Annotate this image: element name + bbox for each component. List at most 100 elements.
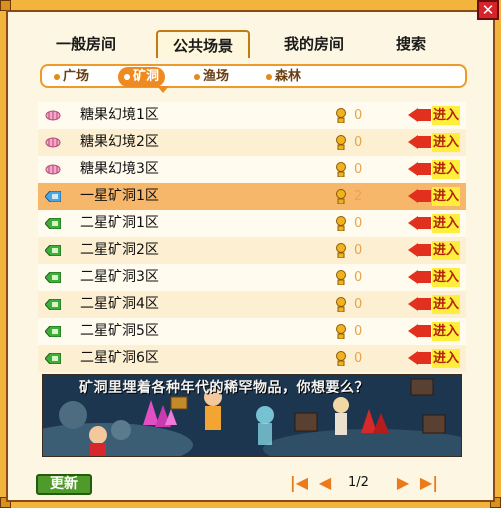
tab-general-rooms[interactable]: 一般房间 bbox=[46, 30, 126, 58]
bullet-icon bbox=[54, 73, 60, 80]
subtab-plaza[interactable]: 广场 bbox=[54, 67, 89, 87]
next-page-icon[interactable]: ▶ bbox=[390, 474, 416, 492]
room-name: 一星矿洞1区 bbox=[80, 188, 159, 204]
user-count: 0 bbox=[354, 297, 363, 312]
enter-arrow-body bbox=[417, 190, 431, 202]
room-name: 二星矿洞4区 bbox=[80, 296, 159, 312]
subtab-label: 广场 bbox=[63, 69, 90, 84]
room-name: 糖果幻境2区 bbox=[80, 134, 159, 150]
enter-button[interactable]: 进入 bbox=[408, 160, 460, 179]
room-name: 二星矿洞5区 bbox=[80, 323, 159, 339]
subtab-label: 森林 bbox=[275, 69, 302, 84]
enter-arrow-body bbox=[417, 163, 431, 175]
enter-button[interactable]: 进入 bbox=[408, 268, 460, 287]
scene-subtabs: 广场 矿洞 渔场 森林 bbox=[40, 64, 467, 88]
room-list: 糖果幻境1区 0 进入 糖果幻境2区 0 进入 糖果幻境3区 0 进入 一星矿洞1区 2 进入 二星矿洞… bbox=[38, 102, 466, 372]
subtab-forest[interactable]: 森林 bbox=[266, 67, 301, 87]
user-count: 0 bbox=[354, 270, 363, 285]
user-count: 0 bbox=[354, 162, 363, 177]
subtab-label: 渔场 bbox=[203, 69, 230, 84]
room-row[interactable]: 二星矿洞5区 0 进入 bbox=[38, 318, 466, 345]
enter-button[interactable]: 进入 bbox=[408, 349, 460, 368]
user-count-icon bbox=[336, 135, 346, 150]
user-count: 0 bbox=[354, 216, 363, 231]
subtab-mine[interactable]: 矿洞 bbox=[118, 67, 166, 87]
room-name: 糖果幻境3区 bbox=[80, 161, 159, 177]
enter-button[interactable]: 进入 bbox=[408, 322, 460, 341]
bullet-icon bbox=[194, 73, 200, 80]
enter-label: 进入 bbox=[432, 187, 460, 206]
room-browser-window: ✕ 一般房间 公共场景 我的房间 搜索 广场 矿洞 渔场 森林 糖果幻境1区 0 进… bbox=[0, 0, 501, 508]
page-indicator: 1/2 bbox=[348, 475, 369, 490]
enter-button[interactable]: 进入 bbox=[408, 295, 460, 314]
room-row[interactable]: 二星矿洞3区 0 进入 bbox=[38, 264, 466, 291]
enter-label: 进入 bbox=[432, 268, 460, 287]
enter-button[interactable]: 进入 bbox=[408, 187, 460, 206]
subtab-label: 矿洞 bbox=[133, 69, 160, 84]
enter-label: 进入 bbox=[432, 160, 460, 179]
room-name: 二星矿洞2区 bbox=[80, 242, 159, 258]
room-row[interactable]: 二星矿洞1区 0 进入 bbox=[38, 210, 466, 237]
enter-button[interactable]: 进入 bbox=[408, 214, 460, 233]
tab-public-scenes[interactable]: 公共场景 bbox=[156, 30, 250, 58]
user-count-icon bbox=[336, 270, 346, 285]
bullet-icon bbox=[266, 73, 272, 80]
room-row[interactable]: 糖果幻境3区 0 进入 bbox=[38, 156, 466, 183]
enter-arrow-body bbox=[417, 298, 431, 310]
tab-my-rooms[interactable]: 我的房间 bbox=[274, 30, 354, 58]
user-count-icon bbox=[336, 351, 346, 366]
prev-page-icon[interactable]: ◀ bbox=[312, 474, 338, 492]
enter-label: 进入 bbox=[432, 133, 460, 152]
enter-button[interactable]: 进入 bbox=[408, 106, 460, 125]
room-row[interactable]: 二星矿洞4区 0 进入 bbox=[38, 291, 466, 318]
user-count: 0 bbox=[354, 108, 363, 123]
user-count-icon bbox=[336, 324, 346, 339]
bullet-icon bbox=[124, 73, 130, 80]
room-name: 二星矿洞6区 bbox=[80, 350, 159, 366]
subtab-pointer-icon bbox=[157, 86, 169, 93]
last-page-icon[interactable]: ▶| bbox=[416, 474, 442, 492]
enter-label: 进入 bbox=[432, 295, 460, 314]
user-count: 0 bbox=[354, 351, 363, 366]
enter-arrow-body bbox=[417, 136, 431, 148]
user-count-icon bbox=[336, 243, 346, 258]
enter-button[interactable]: 进入 bbox=[408, 241, 460, 260]
enter-arrow-body bbox=[417, 109, 431, 121]
user-count: 2 bbox=[354, 189, 363, 204]
user-count-icon bbox=[336, 189, 346, 204]
enter-label: 进入 bbox=[432, 241, 460, 260]
user-count: 0 bbox=[354, 135, 363, 150]
close-button[interactable]: ✕ bbox=[477, 0, 499, 20]
scene-banner: 矿洞里埋着各种年代的稀罕物品，你想要么？ bbox=[42, 374, 462, 457]
user-count-icon bbox=[336, 162, 346, 177]
user-count-icon bbox=[336, 108, 346, 123]
pagination: |◀ ◀ 1/2 ▶ ▶| bbox=[286, 472, 446, 494]
user-count: 0 bbox=[354, 324, 363, 339]
enter-label: 进入 bbox=[432, 214, 460, 233]
enter-button[interactable]: 进入 bbox=[408, 133, 460, 152]
main-tabs: 一般房间 公共场景 我的房间 搜索 bbox=[36, 30, 476, 58]
room-row[interactable]: 糖果幻境2区 0 进入 bbox=[38, 129, 466, 156]
enter-arrow-body bbox=[417, 217, 431, 229]
first-page-icon[interactable]: |◀ bbox=[286, 474, 312, 492]
enter-label: 进入 bbox=[432, 106, 460, 125]
enter-arrow-body bbox=[417, 271, 431, 283]
user-count-icon bbox=[336, 297, 346, 312]
subtab-fishery[interactable]: 渔场 bbox=[194, 67, 229, 87]
enter-arrow-body bbox=[417, 352, 431, 364]
room-row[interactable]: 糖果幻境1区 0 进入 bbox=[38, 102, 466, 129]
room-name: 二星矿洞1区 bbox=[80, 215, 159, 231]
room-row[interactable]: 二星矿洞2区 0 进入 bbox=[38, 237, 466, 264]
tab-search[interactable]: 搜索 bbox=[384, 30, 438, 58]
banner-caption: 矿洞里埋着各种年代的稀罕物品，你想要么？ bbox=[79, 380, 369, 396]
room-name: 糖果幻境1区 bbox=[80, 107, 159, 123]
room-row[interactable]: 二星矿洞6区 0 进入 bbox=[38, 345, 466, 372]
enter-arrow-body bbox=[417, 244, 431, 256]
enter-arrow-body bbox=[417, 325, 431, 337]
room-name: 二星矿洞3区 bbox=[80, 269, 159, 285]
user-count: 0 bbox=[354, 243, 363, 258]
room-row[interactable]: 一星矿洞1区 2 进入 bbox=[38, 183, 466, 210]
user-count-icon bbox=[336, 216, 346, 231]
refresh-button[interactable]: 更新 bbox=[36, 474, 92, 495]
enter-label: 进入 bbox=[432, 349, 460, 368]
